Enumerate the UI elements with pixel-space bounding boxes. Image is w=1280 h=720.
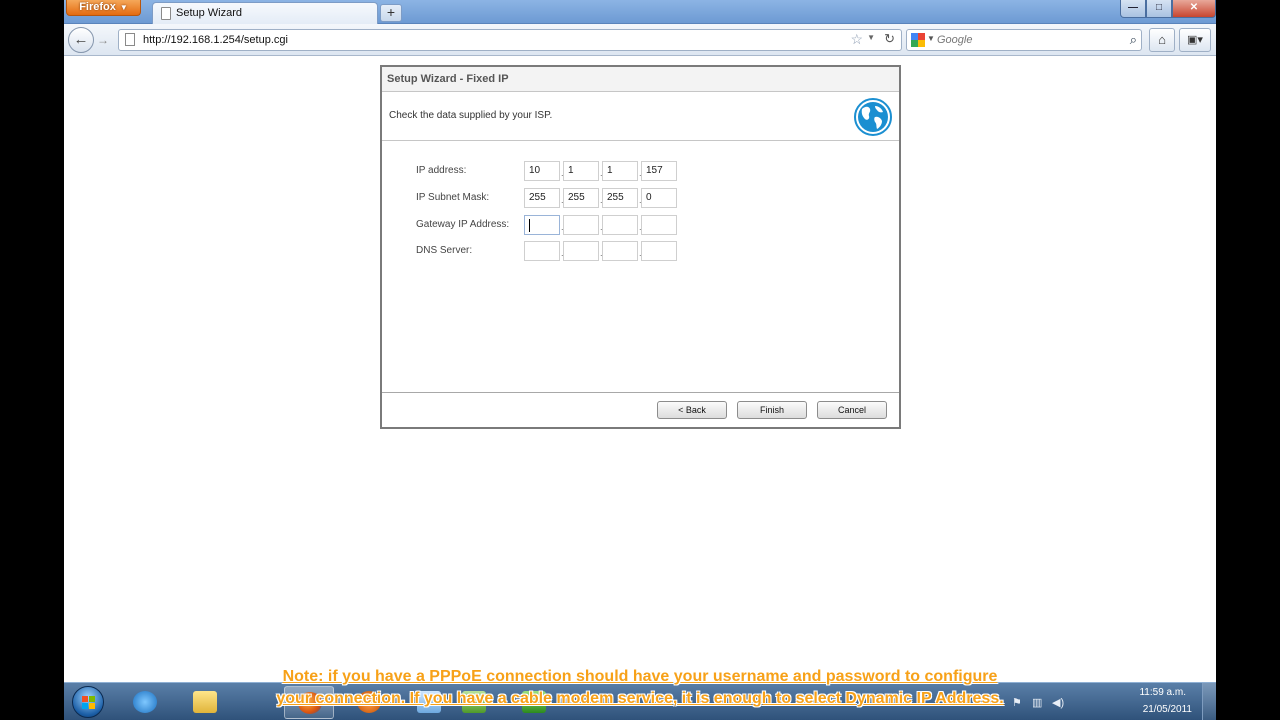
video-caption: Note: if you have a PPPoE connection sho… [64,666,1216,710]
ip-address-octet-1[interactable]: 10 [524,161,560,181]
firefox-menu-button[interactable]: Firefox ▼ [66,0,141,16]
caption-line-2: your connection. If you have a cable mod… [276,690,1004,707]
google-icon-part [911,40,918,47]
tab-title: Setup Wizard [176,7,243,19]
finish-button[interactable]: Finish [737,401,807,419]
gateway-octet-1[interactable] [524,215,560,235]
minimize-icon[interactable]: — [1120,0,1146,18]
google-icon[interactable] [911,33,925,47]
wizard-title: Setup Wizard - Fixed IP [387,73,509,85]
search-engine-dropdown-icon[interactable]: ▼ [927,34,935,43]
ip-address-octet-4[interactable]: 157 [641,161,677,181]
subnet-mask-octet-4[interactable]: 0 [641,188,677,208]
back-arrow-icon[interactable]: ← [68,27,94,53]
dns-server-label: DNS Server: [416,245,473,256]
new-tab-button[interactable]: + [380,4,402,22]
google-icon-part [918,40,925,47]
dns-server-octet-2[interactable] [563,241,599,261]
ip-address-octet-2[interactable]: 1 [563,161,599,181]
bookmark-star-icon[interactable]: ☆ [850,31,863,48]
search-input[interactable]: Google [937,34,972,46]
setup-wizard-dialog: Setup Wizard - Fixed IP Check the data s… [380,65,901,429]
text-cursor [529,219,530,232]
google-icon-part [911,33,918,40]
subnet-mask-octet-3[interactable]: 255 [602,188,638,208]
dns-server-octet-4[interactable] [641,241,677,261]
dns-server-octet-3[interactable] [602,241,638,261]
gateway-octet-4[interactable] [641,215,677,235]
wizard-footer: < Back Finish Cancel [382,392,899,427]
gateway-octet-2[interactable] [563,215,599,235]
bookmarks-menu-icon[interactable]: ▣▾ [1179,28,1211,52]
cancel-button[interactable]: Cancel [817,401,887,419]
close-icon[interactable]: ✕ [1172,0,1216,18]
caption-line-1: Note: if you have a PPPoE connection sho… [282,668,998,685]
page-icon [161,7,171,20]
search-bar[interactable]: ▼ Google ⌕ [906,29,1142,51]
maximize-icon[interactable]: □ [1146,0,1172,18]
ip-address-label: IP address: [416,165,467,176]
back-button[interactable]: < Back [657,401,727,419]
navigation-toolbar: ← → http://192.168.1.254/setup.cgi ☆ ▼ ↻… [64,24,1216,56]
globe-icon [854,98,892,136]
forward-arrow-icon[interactable]: → [94,31,112,49]
wizard-instruction: Check the data supplied by your ISP. [389,110,553,121]
subnet-mask-label: IP Subnet Mask: [416,192,490,203]
gateway-octet-3[interactable] [602,215,638,235]
wizard-form: IP address: 10 . 1 . 1 . 157 IP Subnet M… [382,142,899,392]
firefox-menu-label: Firefox [79,1,116,13]
address-bar[interactable]: http://192.168.1.254/setup.cgi ☆ ▼ ↻ [118,29,902,51]
title-bar: Firefox ▼ Setup Wizard + — □ ✕ [64,0,1216,24]
history-dropdown-icon[interactable]: ▼ [867,33,875,42]
wizard-instructions-panel: Check the data supplied by your ISP. [382,93,899,141]
google-icon-part [918,33,925,40]
wizard-header: Setup Wizard - Fixed IP [382,67,899,92]
reload-icon[interactable]: ↻ [884,31,895,47]
gateway-label: Gateway IP Address: [416,219,510,230]
url-text: http://192.168.1.254/setup.cgi [143,34,288,46]
tab-setup-wizard[interactable]: Setup Wizard [152,2,378,24]
subnet-mask-octet-1[interactable]: 255 [524,188,560,208]
ip-address-octet-3[interactable]: 1 [602,161,638,181]
home-icon[interactable]: ⌂ [1149,28,1175,52]
search-icon[interactable]: ⌕ [1130,32,1137,48]
chevron-down-icon: ▼ [119,3,128,12]
page-icon [125,33,135,46]
browser-window: Firefox ▼ Setup Wizard + — □ ✕ ← → http:/… [64,0,1216,720]
subnet-mask-octet-2[interactable]: 255 [563,188,599,208]
dns-server-octet-1[interactable] [524,241,560,261]
